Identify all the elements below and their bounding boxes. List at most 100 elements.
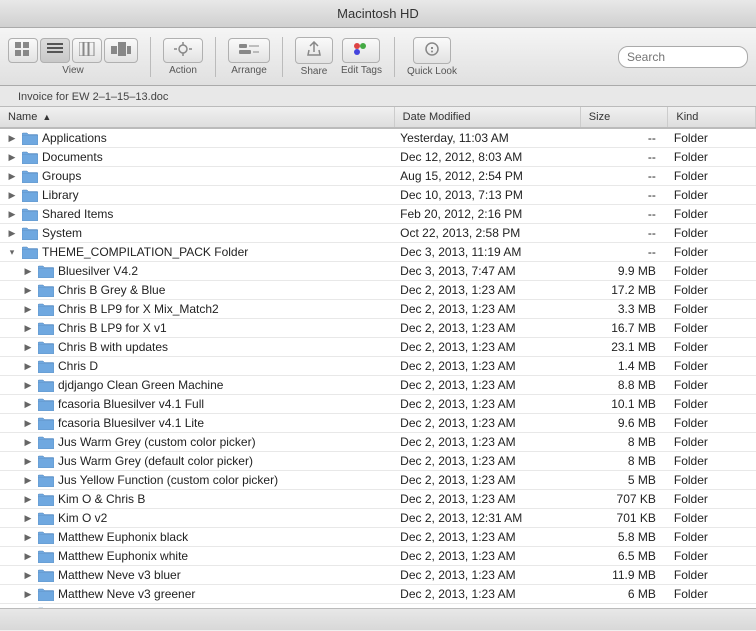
table-row[interactable]: ▶ Shared Items Feb 20, 2012, 2:16 PM -- … — [0, 205, 756, 224]
column-view-button[interactable] — [72, 38, 102, 63]
table-row[interactable]: ▶ Jus Warm Grey (default color picker) D… — [0, 452, 756, 471]
table-row[interactable]: ▶ fcasoria Bluesilver v4.1 Lite Dec 2, 2… — [0, 414, 756, 433]
disclosure-triangle[interactable]: ▶ — [6, 227, 18, 239]
disclosure-triangle[interactable]: ▶ — [22, 550, 34, 562]
disclosure-triangle[interactable]: ▶ — [22, 569, 34, 581]
disclosure-triangle[interactable]: ▾ — [6, 246, 18, 258]
disclosure-triangle[interactable]: ▶ — [22, 265, 34, 277]
table-row[interactable]: ▶ Bluesilver V4.2 Dec 3, 2013, 7:47 AM 9… — [0, 262, 756, 281]
table-row[interactable]: ▶ Chris B Grey & Blue Dec 2, 2013, 1:23 … — [0, 281, 756, 300]
file-name: djdjango Clean Green Machine — [58, 378, 223, 392]
kind-column-header[interactable]: Kind — [668, 107, 756, 128]
file-name: Matthew Euphonix black — [58, 530, 188, 544]
kind-cell: Folder — [668, 128, 756, 148]
name-cell: ▶ Jus Warm Grey (custom color picker) — [0, 433, 394, 452]
action-label: Action — [169, 65, 197, 76]
table-row[interactable]: ▶ Kim O v2 Dec 2, 2013, 12:31 AM 701 KB … — [0, 509, 756, 528]
name-column-header[interactable]: Name ▲ — [0, 107, 394, 128]
table-row[interactable]: ▶ Matthew Neve v3 bluer Dec 2, 2013, 1:2… — [0, 566, 756, 585]
size-column-header[interactable]: Size — [580, 107, 668, 128]
table-row[interactable]: ▶ fcasoria Bluesilver v4.1 Full Dec 2, 2… — [0, 395, 756, 414]
file-name: Matthew Neve v3 greener — [58, 587, 195, 601]
kind-cell: Folder — [668, 414, 756, 433]
date-cell: Dec 10, 2013, 7:13 PM — [394, 186, 580, 205]
size-cell: 701 KB — [580, 509, 668, 528]
disclosure-triangle[interactable]: ▶ — [22, 436, 34, 448]
view-group: View — [8, 38, 138, 76]
disclosure-triangle[interactable]: ▶ — [22, 455, 34, 467]
share-button[interactable] — [295, 37, 333, 64]
file-name: Documents — [42, 150, 103, 164]
kind-cell: Folder — [668, 148, 756, 167]
file-name: Jus Yellow Function (custom color picker… — [58, 473, 278, 487]
cover-flow-button[interactable] — [104, 38, 138, 63]
disclosure-triangle[interactable]: ▶ — [6, 132, 18, 144]
disclosure-triangle[interactable]: ▶ — [22, 303, 34, 315]
date-column-header[interactable]: Date Modified — [394, 107, 580, 128]
disclosure-triangle[interactable]: ▶ — [22, 512, 34, 524]
table-row[interactable]: ▶ Chris D Dec 2, 2013, 1:23 AM 1.4 MB Fo… — [0, 357, 756, 376]
disclosure-triangle[interactable]: ▶ — [22, 493, 34, 505]
quick-look-group: Quick Look — [407, 37, 457, 77]
table-row[interactable]: ▶ Matthew Neve v3 greener Dec 2, 2013, 1… — [0, 585, 756, 604]
table-row[interactable]: ▶ Jus Warm Grey (custom color picker) De… — [0, 433, 756, 452]
table-row[interactable]: ▶ Groups Aug 15, 2012, 2:54 PM -- Folder — [0, 167, 756, 186]
view-buttons — [8, 38, 138, 63]
disclosure-triangle[interactable]: ▶ — [22, 474, 34, 486]
disclosure-triangle[interactable]: ▶ — [22, 360, 34, 372]
icon-view-button[interactable] — [8, 38, 38, 63]
size-cell: 8 MB — [580, 433, 668, 452]
disclosure-triangle[interactable]: ▶ — [22, 417, 34, 429]
disclosure-triangle[interactable]: ▶ — [6, 151, 18, 163]
file-name: Chris B with updates — [58, 340, 168, 354]
disclosure-triangle[interactable]: ▶ — [22, 607, 34, 608]
size-cell: -- — [580, 148, 668, 167]
file-name: Chris B LP9 for X v1 — [58, 321, 167, 335]
table-row[interactable]: ▶ Kim O & Chris B Dec 2, 2013, 1:23 AM 7… — [0, 490, 756, 509]
size-cell: -- — [580, 205, 668, 224]
disclosure-triangle[interactable]: ▶ — [22, 531, 34, 543]
folder-icon — [38, 550, 54, 563]
table-row[interactable]: ▶ djdjango Clean Green Machine Dec 2, 20… — [0, 376, 756, 395]
table-row[interactable]: ▶ Jus Yellow Function (custom color pick… — [0, 471, 756, 490]
size-cell: -- — [580, 128, 668, 148]
table-row[interactable]: ▶ System Oct 22, 2013, 2:58 PM -- Folder — [0, 224, 756, 243]
kind-cell: Folder — [668, 566, 756, 585]
disclosure-triangle[interactable]: ▶ — [22, 341, 34, 353]
date-cell: Dec 2, 2013, 1:23 AM — [394, 433, 580, 452]
quick-look-button[interactable] — [413, 37, 451, 64]
search-input[interactable] — [618, 46, 748, 68]
table-row[interactable]: ▶ Matthew Euphonix black Dec 2, 2013, 1:… — [0, 528, 756, 547]
action-button[interactable] — [163, 38, 203, 63]
folder-icon — [22, 189, 38, 202]
table-row[interactable]: ▾ THEME_COMPILATION_PACK Folder Dec 3, 2… — [0, 243, 756, 262]
folder-icon — [38, 493, 54, 506]
size-cell: 1.4 MB — [580, 357, 668, 376]
edit-tags-group: Edit Tags — [341, 38, 382, 76]
size-cell: 16.7 MB — [580, 319, 668, 338]
kind-cell: Folder — [668, 281, 756, 300]
table-row[interactable]: ▶ Chris B LP9 for X Mix_Match2 Dec 2, 20… — [0, 300, 756, 319]
table-row[interactable]: ▶ Chris B LP9 for X v1 Dec 2, 2013, 1:23… — [0, 319, 756, 338]
edit-tags-button[interactable] — [342, 38, 380, 63]
disclosure-triangle[interactable]: ▶ — [22, 284, 34, 296]
tab-item[interactable]: Invoice for EW 2–1–15–13.doc — [8, 88, 178, 106]
disclosure-triangle[interactable]: ▶ — [6, 208, 18, 220]
table-row[interactable]: ▶ Chris B with updates Dec 2, 2013, 1:23… — [0, 338, 756, 357]
arrange-button[interactable] — [228, 38, 270, 63]
file-name: Kim O & Chris B — [58, 492, 145, 506]
list-view-button[interactable] — [40, 38, 70, 63]
disclosure-triangle[interactable]: ▶ — [22, 398, 34, 410]
table-row[interactable]: ▶ Matthew Euphonix white Dec 2, 2013, 1:… — [0, 547, 756, 566]
disclosure-triangle[interactable]: ▶ — [6, 170, 18, 182]
disclosure-triangle[interactable]: ▶ — [22, 322, 34, 334]
size-cell: 6 MB — [580, 585, 668, 604]
disclosure-triangle[interactable]: ▶ — [22, 379, 34, 391]
disclosure-triangle[interactable]: ▶ — [6, 189, 18, 201]
table-row[interactable]: ▶ Applications Yesterday, 11:03 AM -- Fo… — [0, 128, 756, 148]
disclosure-triangle[interactable]: ▶ — [22, 588, 34, 600]
table-row[interactable]: ▶ Library Dec 10, 2013, 7:13 PM -- Folde… — [0, 186, 756, 205]
name-cell: ▶ fcasoria Bluesilver v4.1 Full — [0, 395, 394, 414]
table-row[interactable]: ▶ Documents Dec 12, 2012, 8:03 AM -- Fol… — [0, 148, 756, 167]
file-name: Applications — [42, 131, 107, 145]
